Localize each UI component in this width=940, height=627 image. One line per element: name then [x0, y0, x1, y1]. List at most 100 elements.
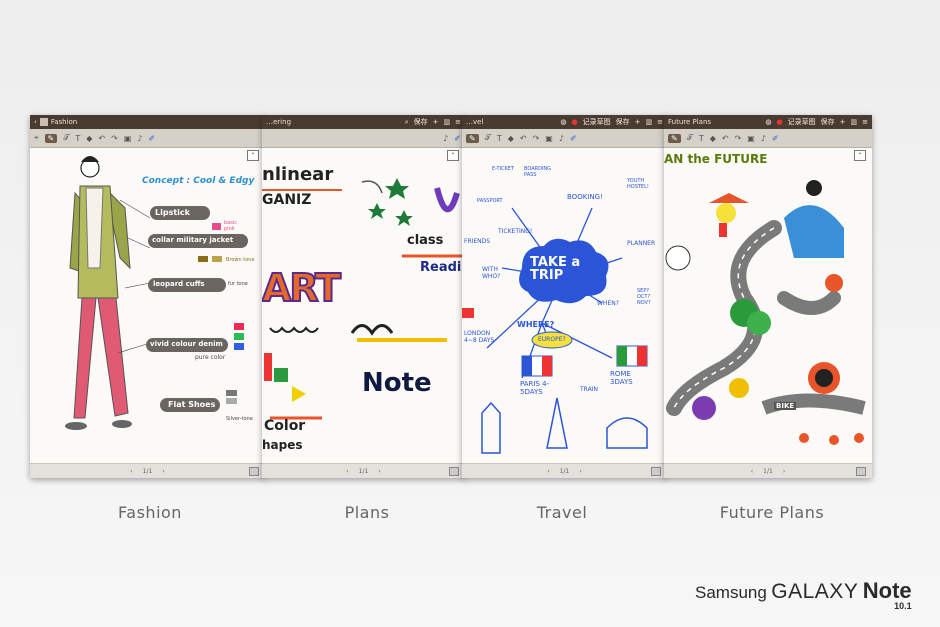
mic-icon[interactable]: ♪	[761, 134, 766, 143]
page-list-icon[interactable]	[249, 467, 259, 476]
text-tool-icon[interactable]: 𝒯	[485, 133, 491, 143]
globe-icon[interactable]: ◍	[560, 118, 566, 126]
mindmap-word: SEP? OCT? NOV?	[637, 288, 651, 306]
page-list-icon[interactable]	[856, 467, 866, 476]
mic-icon[interactable]: ♪	[443, 134, 448, 143]
note-canvas[interactable]: ⌃ Concept: Cool & Edgy Lipstick collar …	[30, 148, 265, 464]
undo-icon[interactable]: ↶	[98, 134, 105, 143]
next-page-icon[interactable]: ›	[162, 468, 164, 475]
menu-icon[interactable]: ≡	[455, 118, 461, 126]
prev-page-icon[interactable]: ‹	[751, 468, 753, 475]
redo-icon[interactable]: ↷	[735, 134, 742, 143]
select-tool-icon[interactable]: ⌖	[34, 133, 39, 143]
image-icon[interactable]: ▣	[747, 134, 755, 143]
eraser-icon[interactable]: ◆	[710, 134, 716, 143]
brand-model: 10.1	[894, 601, 912, 611]
record-icon[interactable]: ●	[572, 118, 578, 126]
brand-logo: Samsung GALAXY Note 10.1	[695, 578, 912, 611]
mindmap-word: WITH WHO?	[482, 266, 501, 280]
page-footer: ‹ 1/1 ›	[30, 463, 265, 478]
pen-tool-icon[interactable]: ✎	[44, 133, 58, 143]
prev-page-icon[interactable]: ‹	[130, 468, 132, 475]
mic-icon[interactable]: ♪	[137, 134, 142, 143]
next-page-icon[interactable]: ›	[579, 468, 581, 475]
menu-icon[interactable]: ≡	[657, 118, 663, 126]
record-sketch-button[interactable]: 记录草图	[788, 117, 816, 127]
travel-mindmap	[462, 207, 648, 454]
menu-icon[interactable]: ≡	[862, 118, 868, 126]
book-icon[interactable]: ▥	[444, 118, 451, 126]
pen-toolbar: ⌖ ✎ 𝒯 T ◆ ↶ ↷ ▣ ♪ ✐	[30, 129, 265, 148]
pen-tool-icon[interactable]: ✎	[466, 133, 479, 143]
brush-icon[interactable]: ✐	[570, 134, 577, 143]
note-panel-travel[interactable]: …vel ◍ ● 记录草图 保存 + ▥ ≡ ✎ 𝒯 T ◆ ↶ ↷ ▣ ♪ ✐	[462, 115, 667, 478]
page-indicator: 1/1	[142, 467, 153, 475]
add-icon[interactable]: +	[635, 118, 641, 126]
doodle-text: Readi	[420, 260, 462, 275]
doodle-text: hapes	[262, 438, 303, 452]
brush-icon[interactable]: ✐	[772, 134, 779, 143]
note-title: Fashion	[50, 118, 78, 126]
pen-tool-icon[interactable]: ✎	[668, 133, 681, 143]
add-icon[interactable]: +	[433, 118, 439, 126]
page-indicator: 1/1	[763, 467, 773, 475]
eraser-icon[interactable]: ◆	[508, 134, 514, 143]
record-sketch-button[interactable]: 记录草图	[583, 117, 611, 127]
undo-icon[interactable]: ↶	[722, 134, 729, 143]
type-tool-icon[interactable]: T	[75, 134, 80, 143]
note-canvas[interactable]: TAKE a TRIP E-TICKET BOARDING PASS BOOKI…	[462, 148, 667, 464]
back-icon[interactable]: ‹	[34, 118, 37, 126]
text-tool-icon[interactable]: 𝒯	[687, 133, 693, 143]
record-icon[interactable]: ●	[777, 118, 783, 126]
future-doodles	[665, 180, 866, 445]
page-list-icon[interactable]	[449, 467, 459, 476]
next-page-icon[interactable]: ›	[378, 468, 380, 475]
note-title: Future Plans	[668, 118, 712, 126]
save-button[interactable]: 保存	[616, 117, 630, 127]
mindmap-word: TICKETING!	[498, 228, 533, 235]
image-icon[interactable]: ▣	[545, 134, 553, 143]
side-note: Silver-tone	[226, 416, 253, 422]
note-panel-fashion[interactable]: ‹ Fashion ⌖ ✎ 𝒯 T ◆ ↶ ↷ ▣ ♪ ✐ ⌃ Concept …	[30, 115, 265, 478]
mindmap-word: TRAIN	[580, 386, 598, 393]
mindmap-word: FRIENDS	[464, 238, 491, 245]
undo-icon[interactable]: ↶	[520, 134, 527, 143]
add-icon[interactable]: +	[840, 118, 846, 126]
mindmap-word: EUROPE?	[538, 336, 566, 343]
save-button[interactable]: 保存	[414, 117, 428, 127]
app-titlebar: …vel ◍ ● 记录草图 保存 + ▥ ≡	[462, 115, 667, 129]
note-panel-future-plans[interactable]: Future Plans ◍ ● 记录草图 保存 + ▥ ≡ ✎ 𝒯 T ◆ ↶…	[664, 115, 872, 478]
redo-icon[interactable]: ↷	[533, 134, 540, 143]
note-item: Lipstick	[155, 208, 190, 217]
brush-icon[interactable]: ✐	[148, 134, 155, 143]
book-icon[interactable]: ▥	[646, 118, 653, 126]
pen-toolbar: ♪ ✐	[262, 129, 465, 148]
doodle-text: Color	[264, 418, 306, 434]
next-page-icon[interactable]: ›	[783, 468, 785, 475]
type-tool-icon[interactable]: T	[497, 134, 502, 143]
globe-icon[interactable]: ◍	[765, 118, 771, 126]
eraser-icon[interactable]: ◆	[86, 134, 92, 143]
note-title: …vel	[466, 118, 484, 126]
concept-text: Concept : Cool & Edgy	[142, 176, 255, 186]
search-icon[interactable]: ⌕	[405, 118, 409, 127]
caption-fashion: Fashion	[118, 503, 182, 522]
page-indicator: 1/1	[559, 467, 570, 475]
prev-page-icon[interactable]: ‹	[547, 468, 549, 475]
doodle-text: ART	[262, 265, 342, 311]
text-tool-icon[interactable]: 𝒯	[63, 133, 69, 143]
book-icon[interactable]: ▥	[851, 118, 858, 126]
type-tool-icon[interactable]: T	[699, 134, 704, 143]
brush-icon[interactable]: ✐	[454, 134, 461, 143]
redo-icon[interactable]: ↷	[111, 134, 118, 143]
mic-icon[interactable]: ♪	[559, 134, 564, 143]
side-note: basic pink	[224, 220, 237, 232]
save-button[interactable]: 保存	[821, 117, 835, 127]
page-list-icon[interactable]	[651, 467, 661, 476]
note-canvas[interactable]: ⌃ nlinear GANIZ ART class Readi Note Col…	[262, 148, 465, 464]
mindmap-word: YOUTH HOSTEL!	[627, 178, 649, 190]
note-canvas[interactable]: ⌃ AN the FUTURE BIKE	[664, 148, 872, 464]
prev-page-icon[interactable]: ‹	[346, 468, 348, 475]
image-icon[interactable]: ▣	[124, 134, 132, 143]
note-panel-plans[interactable]: …ering ⌕ 保存 + ▥ ≡ ♪ ✐ ⌃ nlinear GANIZ AR…	[262, 115, 465, 478]
